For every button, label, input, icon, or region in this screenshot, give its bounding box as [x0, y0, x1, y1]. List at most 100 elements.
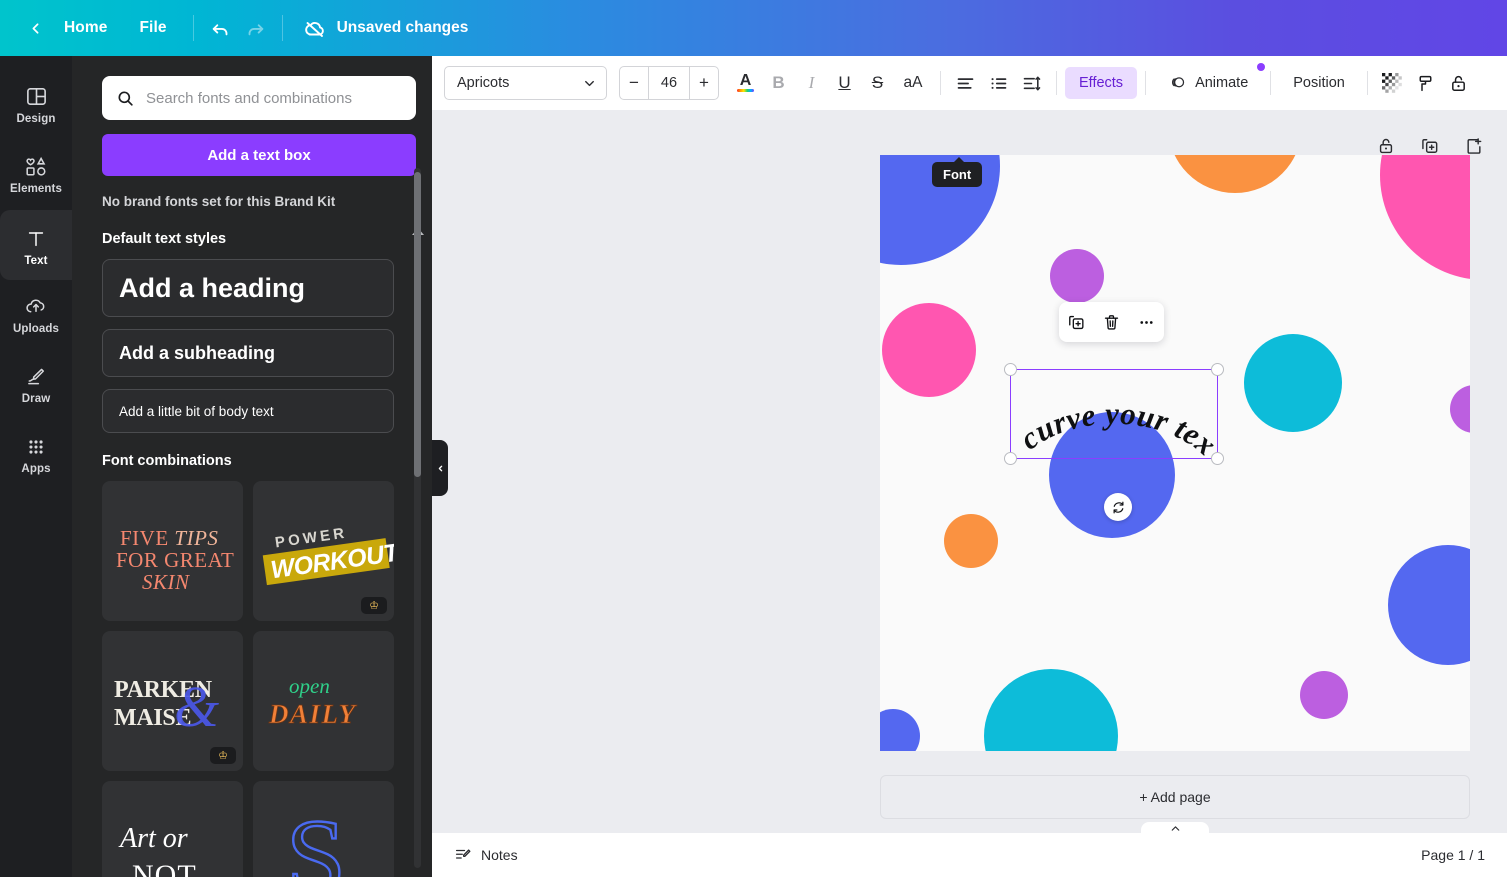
- panel-scrollbar[interactable]: [414, 168, 421, 868]
- font-size-input[interactable]: 46: [648, 67, 690, 99]
- animate-button[interactable]: Animate: [1154, 67, 1262, 99]
- color-gradient-bar: [737, 89, 754, 93]
- font-combination-art-or-not[interactable]: Art or NOT: [102, 781, 243, 877]
- toolbar-divider-3: [1145, 71, 1146, 95]
- duplicate-icon[interactable]: [1063, 308, 1091, 336]
- transparency-icon: [1382, 73, 1402, 93]
- font-combination-parken-maise[interactable]: PARKEN MAISE & ♔: [102, 631, 243, 771]
- toolbar-divider-5: [1367, 71, 1368, 95]
- italic-button[interactable]: I: [795, 66, 828, 100]
- position-button[interactable]: Position: [1279, 67, 1359, 99]
- brand-kit-note: No brand fonts set for this Brand Kit: [102, 194, 412, 209]
- sidebar-item-draw[interactable]: Draw: [0, 350, 72, 420]
- collapse-panel-handle[interactable]: [432, 440, 448, 496]
- canvas-circle[interactable]: [1388, 545, 1470, 665]
- decorative-s-thumbnail: S: [253, 781, 394, 877]
- more-options-icon[interactable]: [1133, 308, 1161, 336]
- sidebar-item-apps[interactable]: Apps: [0, 420, 72, 490]
- add-text-box-button[interactable]: Add a text box: [102, 134, 416, 176]
- align-left-icon: [955, 73, 976, 94]
- resize-handle-top-right[interactable]: [1211, 363, 1224, 376]
- bold-button[interactable]: B: [762, 66, 795, 100]
- design-icon: [25, 85, 48, 108]
- home-button[interactable]: Home: [48, 12, 123, 44]
- text-toolbar: Apricots − 46 + A B I U S aA: [432, 56, 1507, 110]
- search-fonts-box[interactable]: [102, 76, 416, 120]
- sidebar-item-design[interactable]: Design: [0, 70, 72, 140]
- font-size-decrease-button[interactable]: −: [620, 67, 648, 99]
- svg-text:&: &: [174, 674, 219, 739]
- underline-label: U: [838, 73, 850, 93]
- style-add-body-text[interactable]: Add a little bit of body text: [102, 389, 394, 433]
- search-input[interactable]: [146, 90, 396, 107]
- left-sidebar-rail: Design Elements Text Uploads Draw Apps: [0, 56, 72, 877]
- font-combination-five-tips[interactable]: FIVE TIPS FOR GREAT SKIN: [102, 481, 243, 621]
- canvas-circle[interactable]: [882, 303, 976, 397]
- transparency-button[interactable]: [1376, 66, 1409, 100]
- notes-label: Notes: [481, 847, 518, 863]
- style-add-heading[interactable]: Add a heading: [102, 259, 394, 317]
- font-combination-open-daily[interactable]: open DAILY: [253, 631, 394, 771]
- resize-handle-bottom-right[interactable]: [1211, 452, 1224, 465]
- selection-bounding-box[interactable]: [1010, 369, 1218, 459]
- canvas-circle[interactable]: [944, 514, 998, 568]
- elements-icon: [24, 155, 49, 178]
- font-family-select[interactable]: Apricots: [444, 66, 607, 100]
- letter-case-label: aA: [904, 74, 923, 92]
- canvas-circle[interactable]: [1244, 334, 1342, 432]
- header-divider-2: [282, 15, 283, 41]
- file-menu-button[interactable]: File: [123, 12, 182, 44]
- italic-label: I: [809, 73, 815, 93]
- effects-button[interactable]: Effects: [1065, 67, 1137, 99]
- canvas-circle[interactable]: [1300, 671, 1348, 719]
- font-combination-power-workout[interactable]: POWER WORKOUT ♔: [253, 481, 394, 621]
- undo-button[interactable]: [204, 11, 238, 45]
- canvas-circle[interactable]: [984, 669, 1118, 751]
- back-button[interactable]: [22, 15, 48, 41]
- style-add-subheading[interactable]: Add a subheading: [102, 329, 394, 377]
- font-size-stepper: − 46 +: [619, 66, 719, 100]
- sidebar-item-uploads[interactable]: Uploads: [0, 280, 72, 350]
- header-divider-1: [193, 15, 194, 41]
- text-align-button[interactable]: [949, 66, 982, 100]
- font-size-increase-button[interactable]: +: [690, 67, 718, 99]
- chevron-left-icon: [436, 464, 445, 473]
- redo-button[interactable]: [238, 11, 272, 45]
- bullet-list-button[interactable]: [982, 66, 1015, 100]
- line-spacing-icon: [1021, 73, 1042, 94]
- font-combinations-title: Font combinations: [102, 453, 412, 469]
- canvas-circle[interactable]: [1168, 155, 1302, 193]
- five-tips-thumbnail: FIVE TIPS FOR GREAT SKIN: [102, 481, 243, 621]
- copy-style-button[interactable]: [1409, 66, 1442, 100]
- canvas-circle[interactable]: [1050, 249, 1104, 303]
- canvas-circle[interactable]: [1380, 155, 1470, 280]
- art-or-not-thumbnail: Art or NOT: [102, 781, 243, 877]
- toolbar-divider-4: [1270, 71, 1271, 95]
- svg-text:FOR GREAT: FOR GREAT: [116, 548, 234, 572]
- sidebar-item-text[interactable]: Text: [0, 210, 72, 280]
- lock-button[interactable]: [1442, 66, 1475, 100]
- letter-case-button[interactable]: aA: [894, 66, 932, 100]
- resize-handle-bottom-left[interactable]: [1004, 452, 1017, 465]
- sidebar-item-elements[interactable]: Elements: [0, 140, 72, 210]
- rotate-handle[interactable]: [1104, 493, 1132, 521]
- text-color-button[interactable]: A: [729, 66, 762, 100]
- add-page-button[interactable]: + Add page: [880, 775, 1470, 819]
- animate-label: Animate: [1195, 75, 1248, 91]
- panel-scrollbar-thumb[interactable]: [414, 172, 421, 477]
- canvas-circle[interactable]: [1450, 385, 1470, 433]
- bullet-list-icon: [988, 73, 1009, 94]
- underline-button[interactable]: U: [828, 66, 861, 100]
- expand-panel-tab[interactable]: [1141, 822, 1209, 844]
- resize-handle-top-left[interactable]: [1004, 363, 1017, 376]
- svg-text:SKIN: SKIN: [142, 570, 190, 594]
- notes-button[interactable]: Notes: [454, 846, 518, 864]
- strikethrough-button[interactable]: S: [861, 66, 894, 100]
- element-context-toolbar: [1059, 302, 1164, 342]
- svg-text:S: S: [286, 798, 346, 877]
- line-spacing-button[interactable]: [1015, 66, 1048, 100]
- trash-icon[interactable]: [1098, 308, 1126, 336]
- font-combination-decorative-s[interactable]: S: [253, 781, 394, 877]
- canvas-circle[interactable]: [880, 709, 920, 751]
- save-status[interactable]: Unsaved changes: [293, 16, 479, 40]
